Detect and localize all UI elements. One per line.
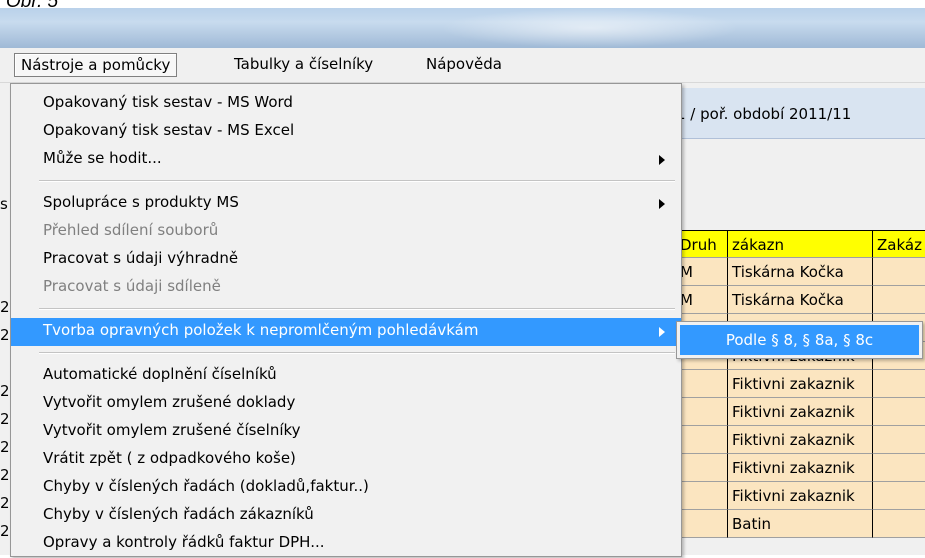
menu-separator [39, 352, 675, 354]
left-char: 2 [0, 438, 10, 456]
menu-item: Pracovat s údaji sdíleně [11, 274, 681, 302]
grid-cell[interactable]: Batin [728, 510, 873, 538]
menu-item-label: Chyby v číslených řadách zákazníků [43, 505, 314, 523]
menu-item-label: Spolupráce s produkty MS [43, 193, 239, 211]
menu-item[interactable]: Vytvořit omylem zrušené doklady [11, 390, 681, 418]
menu-separator [39, 308, 675, 310]
grid-cell[interactable] [873, 370, 925, 398]
tools-dropdown-menu: Opakovaný tisk sestav - MS Word Opakovaný… [10, 83, 682, 557]
menu-item[interactable]: Vrátit zpět ( z odpadkového koše) [11, 446, 681, 474]
title-glow [440, 8, 740, 48]
left-char: 2 [0, 494, 10, 512]
table-row: Fiktivni zakaznik [676, 370, 925, 398]
menu-item-label: Tvorba opravných položek k nepromlčeným … [43, 321, 479, 339]
menu-item-label: Automatické doplnění číselníků [43, 365, 277, 383]
menu-item-label: Může se hodit... [43, 149, 162, 167]
grid-cell[interactable] [676, 426, 728, 454]
submenu-opravne-polozky: Podle § 8, § 8a, § 8c [676, 321, 923, 359]
menu-item-label: Přehled sdílení souborů [43, 221, 219, 239]
grid-cell[interactable] [873, 258, 925, 286]
grid-cell[interactable]: Fiktivni zakaznik [728, 398, 873, 426]
grid-cell[interactable] [873, 398, 925, 426]
menu-item-label: Vrátit zpět ( z odpadkového koše) [43, 449, 296, 467]
left-edge: s 2 2 2 2 2 2 2 2 [0, 83, 10, 555]
menu-item[interactable]: Chyby v číslených řadách (dokladů,faktur… [11, 474, 681, 502]
left-char: s [0, 195, 8, 213]
grid-cell[interactable] [873, 482, 925, 510]
submenu-arrow-icon [659, 327, 665, 337]
menu-item[interactable]: Opravy a kontroly řádků faktur DPH... [11, 530, 681, 558]
menu-bar: Nástroje a pomůcky Tabulky a číselníky N… [0, 48, 925, 83]
menu-item: Přehled sdílení souborů [11, 218, 681, 246]
grid-header-cell[interactable]: Zakáz [873, 230, 925, 258]
menu-item[interactable]: Pracovat s údaji výhradně [11, 246, 681, 274]
menu-item[interactable]: Vytvořit omylem zrušené číselníky [11, 418, 681, 446]
menu-item[interactable]: Opakovaný tisk sestav - MS Excel [11, 118, 681, 146]
menu-separator [39, 180, 675, 182]
menu-item[interactable]: Chyby v číslených řadách zákazníků [11, 502, 681, 530]
submenu-arrow-icon [659, 155, 665, 165]
table-row: Fiktivni zakaznik [676, 398, 925, 426]
grid-cell[interactable]: Tiskárna Kočka [728, 258, 873, 286]
grid-cell[interactable] [873, 454, 925, 482]
left-char: 2 [0, 466, 10, 484]
grid-cell[interactable]: Tiskárna Kočka [728, 286, 873, 314]
menu-item-label: Pracovat s údaji sdíleně [43, 277, 221, 295]
menu-item[interactable]: Může se hodit... [11, 146, 681, 174]
grid-header-row: Druh zákazn Zakáz [676, 230, 925, 258]
grid-cell[interactable]: Fiktivni zakaznik [728, 370, 873, 398]
submenu-arrow-icon [659, 199, 665, 209]
grid-cell[interactable] [676, 398, 728, 426]
menu-item-label: Opakovaný tisk sestav - MS Excel [43, 121, 295, 139]
grid-cell[interactable] [873, 510, 925, 538]
table-row: Fiktivni zakaznik [676, 454, 925, 482]
grid-cell[interactable]: Fiktivni zakaznik [728, 454, 873, 482]
grid-cell[interactable] [676, 454, 728, 482]
menu-item-label: Vytvořit omylem zrušené doklady [43, 393, 296, 411]
menu-item-label: Opakovaný tisk sestav - MS Word [43, 93, 293, 111]
grid-cell[interactable] [873, 426, 925, 454]
grid-header-cell[interactable]: Druh [676, 230, 728, 258]
grid-cell[interactable]: Fiktivni zakaznik [728, 426, 873, 454]
menu-item-label: Pracovat s údaji výhradně [43, 249, 239, 267]
period-label: 1 / poř. období 2011/11 [676, 105, 852, 123]
menu-item-label: Vytvořit omylem zrušené číselníky [43, 421, 301, 439]
left-char: 2 [0, 410, 10, 428]
grid-cell[interactable]: M [676, 258, 728, 286]
left-char: 2 [0, 326, 10, 344]
left-char: 2 [0, 522, 10, 540]
menu-item[interactable]: Tvorba opravných položek k nepromlčeným … [11, 318, 681, 346]
window-title-bar [0, 8, 925, 48]
left-char: 2 [0, 298, 10, 316]
menu-item[interactable]: Automatické doplnění číselníků [11, 362, 681, 390]
grid-cell[interactable] [873, 286, 925, 314]
grid-cell[interactable] [676, 370, 728, 398]
menu-help[interactable]: Nápověda [420, 53, 508, 75]
menu-item[interactable]: Opakovaný tisk sestav - MS Word [11, 90, 681, 118]
left-char: 2 [0, 382, 10, 400]
table-row: Batin [676, 510, 925, 538]
menu-item-label: Chyby v číslených řadách (dokladů,faktur… [43, 477, 369, 495]
submenu-item-podle-paragrafu[interactable]: Podle § 8, § 8a, § 8c [680, 325, 919, 355]
table-row: M Tiskárna Kočka [676, 258, 925, 286]
grid-header-cell[interactable]: zákazn [728, 230, 873, 258]
grid-cell[interactable]: Fiktivni zakaznik [728, 482, 873, 510]
grid-cell[interactable]: M [676, 286, 728, 314]
grid-cell[interactable] [676, 510, 728, 538]
table-row: Fiktivni zakaznik [676, 426, 925, 454]
menu-item[interactable]: Spolupráce s produkty MS [11, 190, 681, 218]
menu-tools[interactable]: Nástroje a pomůcky [14, 53, 178, 77]
menu-item-label: Opravy a kontroly řádků faktur DPH... [43, 533, 325, 551]
table-row: M Tiskárna Kočka [676, 286, 925, 314]
grid-cell[interactable] [676, 482, 728, 510]
menu-tables[interactable]: Tabulky a číselníky [228, 53, 379, 75]
table-row: Fiktivni zakaznik [676, 482, 925, 510]
